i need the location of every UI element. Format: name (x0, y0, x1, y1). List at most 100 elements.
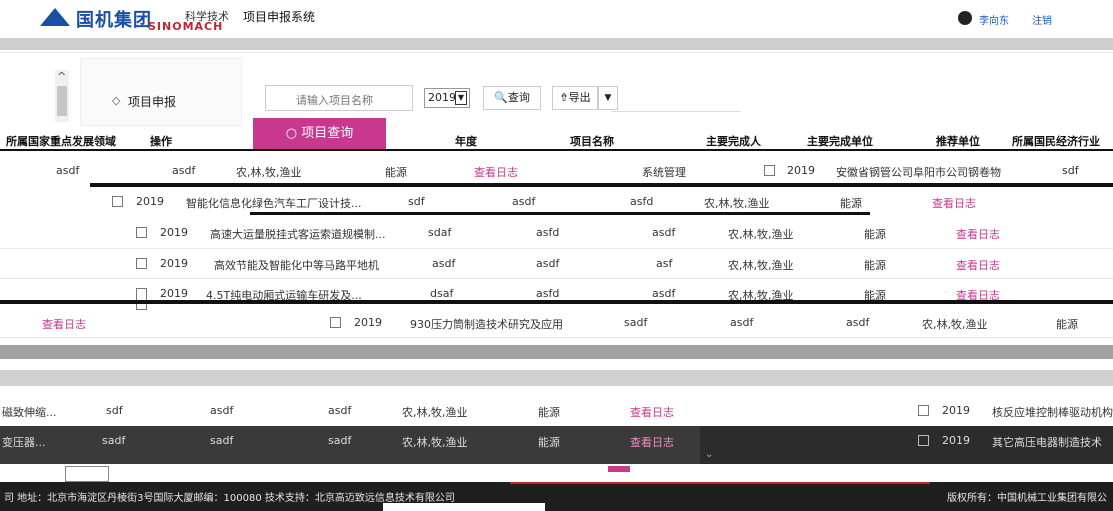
cell-recommend: asdf (846, 316, 870, 329)
cell-recommend: sadf (328, 434, 352, 447)
export-button[interactable]: ⇮导出 (552, 86, 598, 110)
tab-project-query[interactable]: ○ 项目查询 (253, 118, 386, 150)
tab-project-query-label: 项目查询 (301, 126, 354, 141)
query-button[interactable]: 🔍查询 (483, 86, 541, 110)
cell-unit: sadf (210, 434, 234, 447)
scroll-up-icon[interactable]: ^ (57, 70, 66, 83)
user-avatar-icon (958, 11, 972, 25)
view-log-link[interactable]: 查看日志 (474, 164, 518, 180)
row-checkbox[interactable] (918, 405, 929, 416)
cell-industry: 农,林,牧,渔业 (704, 197, 770, 210)
export-dropdown-button[interactable]: ▼ (598, 86, 618, 110)
render-artifact (0, 300, 1113, 304)
cell: sdf (1062, 164, 1079, 177)
layers-icon: ◇ (112, 94, 121, 107)
render-artifact (0, 370, 1113, 386)
footer-address: 司 地址：北京市海淀区丹棱街3号国际大厦邮编：100080 技术支持：北京高迈致… (4, 493, 455, 504)
cell-industry: 农,林,牧,渔业 (728, 228, 794, 241)
cell: asdf (172, 164, 196, 177)
col-header-year: 年度 (455, 135, 477, 148)
row-checkbox[interactable] (330, 317, 341, 328)
cell-recommend: asdf (652, 287, 676, 300)
cell-person: asdf (432, 257, 456, 270)
table-row: 变压器... sadf sadf sadf 农,林,牧,渔业 能源 查看日志 2… (0, 430, 1113, 454)
table-row: 2019 高速大运量脱挂式客运索道规模制... sdaf asfd asdf 农… (120, 222, 1020, 246)
col-header-recommend: 推荐单位 (936, 135, 980, 148)
year-select-value: 2019 (428, 91, 456, 104)
cell-recommend: asdf (652, 226, 676, 239)
cell-field: 能源 (864, 228, 886, 241)
export-button-label: 导出 (568, 91, 591, 104)
table-row: 2019 930压力筒制造技术研究及应用 sadf asdf asdf 农,林,… (320, 312, 1113, 336)
view-log-link[interactable]: 查看日志 (630, 434, 674, 450)
cell-unit: asfd (536, 287, 560, 300)
row-checkbox[interactable] (918, 435, 929, 446)
col-header-field: 所属国家重点发展领域 (6, 135, 116, 148)
user-name[interactable]: 李向东 (979, 12, 1009, 27)
cell-unit: 安徽省钢管公司阜阳市公司钢卷物 (836, 166, 1001, 179)
cell-recommend: asf (656, 257, 673, 270)
cell-person: sdaf (428, 226, 452, 239)
col-header-person: 主要完成人 (706, 135, 761, 148)
scroll-thumb[interactable] (57, 86, 67, 116)
cell-year: 2019 (160, 287, 188, 300)
menu-item-apply[interactable]: 项目申报 (128, 93, 176, 110)
cell-unit: asdf (210, 404, 234, 417)
cell-industry: 农,林,牧,渔业 (402, 406, 468, 419)
search-input[interactable] (265, 85, 413, 111)
col-header-industry: 所属国民经济行业 (1012, 135, 1100, 148)
year-select[interactable]: 2019 ▼ (424, 88, 470, 108)
cell-year: 2019 (160, 257, 188, 270)
cell-year: 2019 (136, 195, 164, 208)
render-artifact (0, 345, 1113, 359)
cell: asdf (56, 164, 80, 177)
cell-name: 930压力筒制造技术研究及应用 (410, 318, 563, 331)
nav-bar (0, 38, 1113, 50)
export-icon: ⇮ (559, 91, 569, 104)
row-checkbox[interactable] (764, 165, 775, 176)
logout-link[interactable]: 注销 (1032, 12, 1052, 27)
view-log-link[interactable]: 查看日志 (932, 195, 976, 211)
logo-text-cn: 国机集团 (76, 10, 152, 31)
row-checkbox[interactable] (112, 196, 123, 207)
divider (0, 52, 1113, 53)
row-checkbox[interactable] (136, 227, 147, 238)
menu-item-system[interactable]: 系统管理 (642, 164, 686, 180)
cell-name: 其它高压电器制造技术 (992, 436, 1102, 449)
chevron-down-icon[interactable]: ▼ (455, 91, 467, 105)
cell-name: 磁致伸缩... (2, 406, 57, 419)
cell-field: 能源 (538, 436, 560, 449)
render-artifact (250, 212, 870, 215)
sinomach-logo-icon (40, 8, 70, 26)
query-button-label: 查询 (507, 91, 530, 104)
row-divider (0, 248, 1113, 249)
table-header-divider (0, 149, 1113, 151)
footer-accent-line (510, 482, 930, 484)
view-log-link[interactable]: 查看日志 (956, 226, 1000, 242)
row-checkbox[interactable] (136, 288, 147, 310)
col-header-op: 操作 (150, 135, 172, 148)
cell-person: sadf (624, 316, 648, 329)
pager-input[interactable] (65, 466, 109, 482)
scrollbar[interactable]: ^ (55, 70, 69, 122)
app-header: 国机集团 SINOMACH 科学技术 项目申报系统 李向东 注销 (0, 0, 1113, 38)
search-icon: ○ (285, 126, 298, 141)
view-log-link[interactable]: 查看日志 (42, 316, 86, 332)
chevron-down-icon[interactable]: ⌄ (705, 449, 713, 460)
view-log-link[interactable]: 查看日志 (956, 257, 1000, 273)
cell-unit: asdf (730, 316, 754, 329)
row-checkbox[interactable] (136, 258, 147, 269)
cell-industry: 农,林,牧,渔业 (402, 436, 468, 449)
cell-person: sdf (106, 404, 123, 417)
cell-unit: asfd (536, 226, 560, 239)
render-artifact (90, 183, 1113, 187)
pager-active[interactable] (608, 466, 630, 472)
cell-field: 能源 (538, 406, 560, 419)
render-artifact (383, 503, 545, 511)
view-log-link[interactable]: 查看日志 (630, 404, 674, 420)
cell-person: sdf (408, 195, 425, 208)
cell-year: 2019 (942, 434, 970, 447)
cell-unit: asdf (536, 257, 560, 270)
row-divider (0, 337, 1113, 338)
search-icon: 🔍 (494, 91, 508, 104)
